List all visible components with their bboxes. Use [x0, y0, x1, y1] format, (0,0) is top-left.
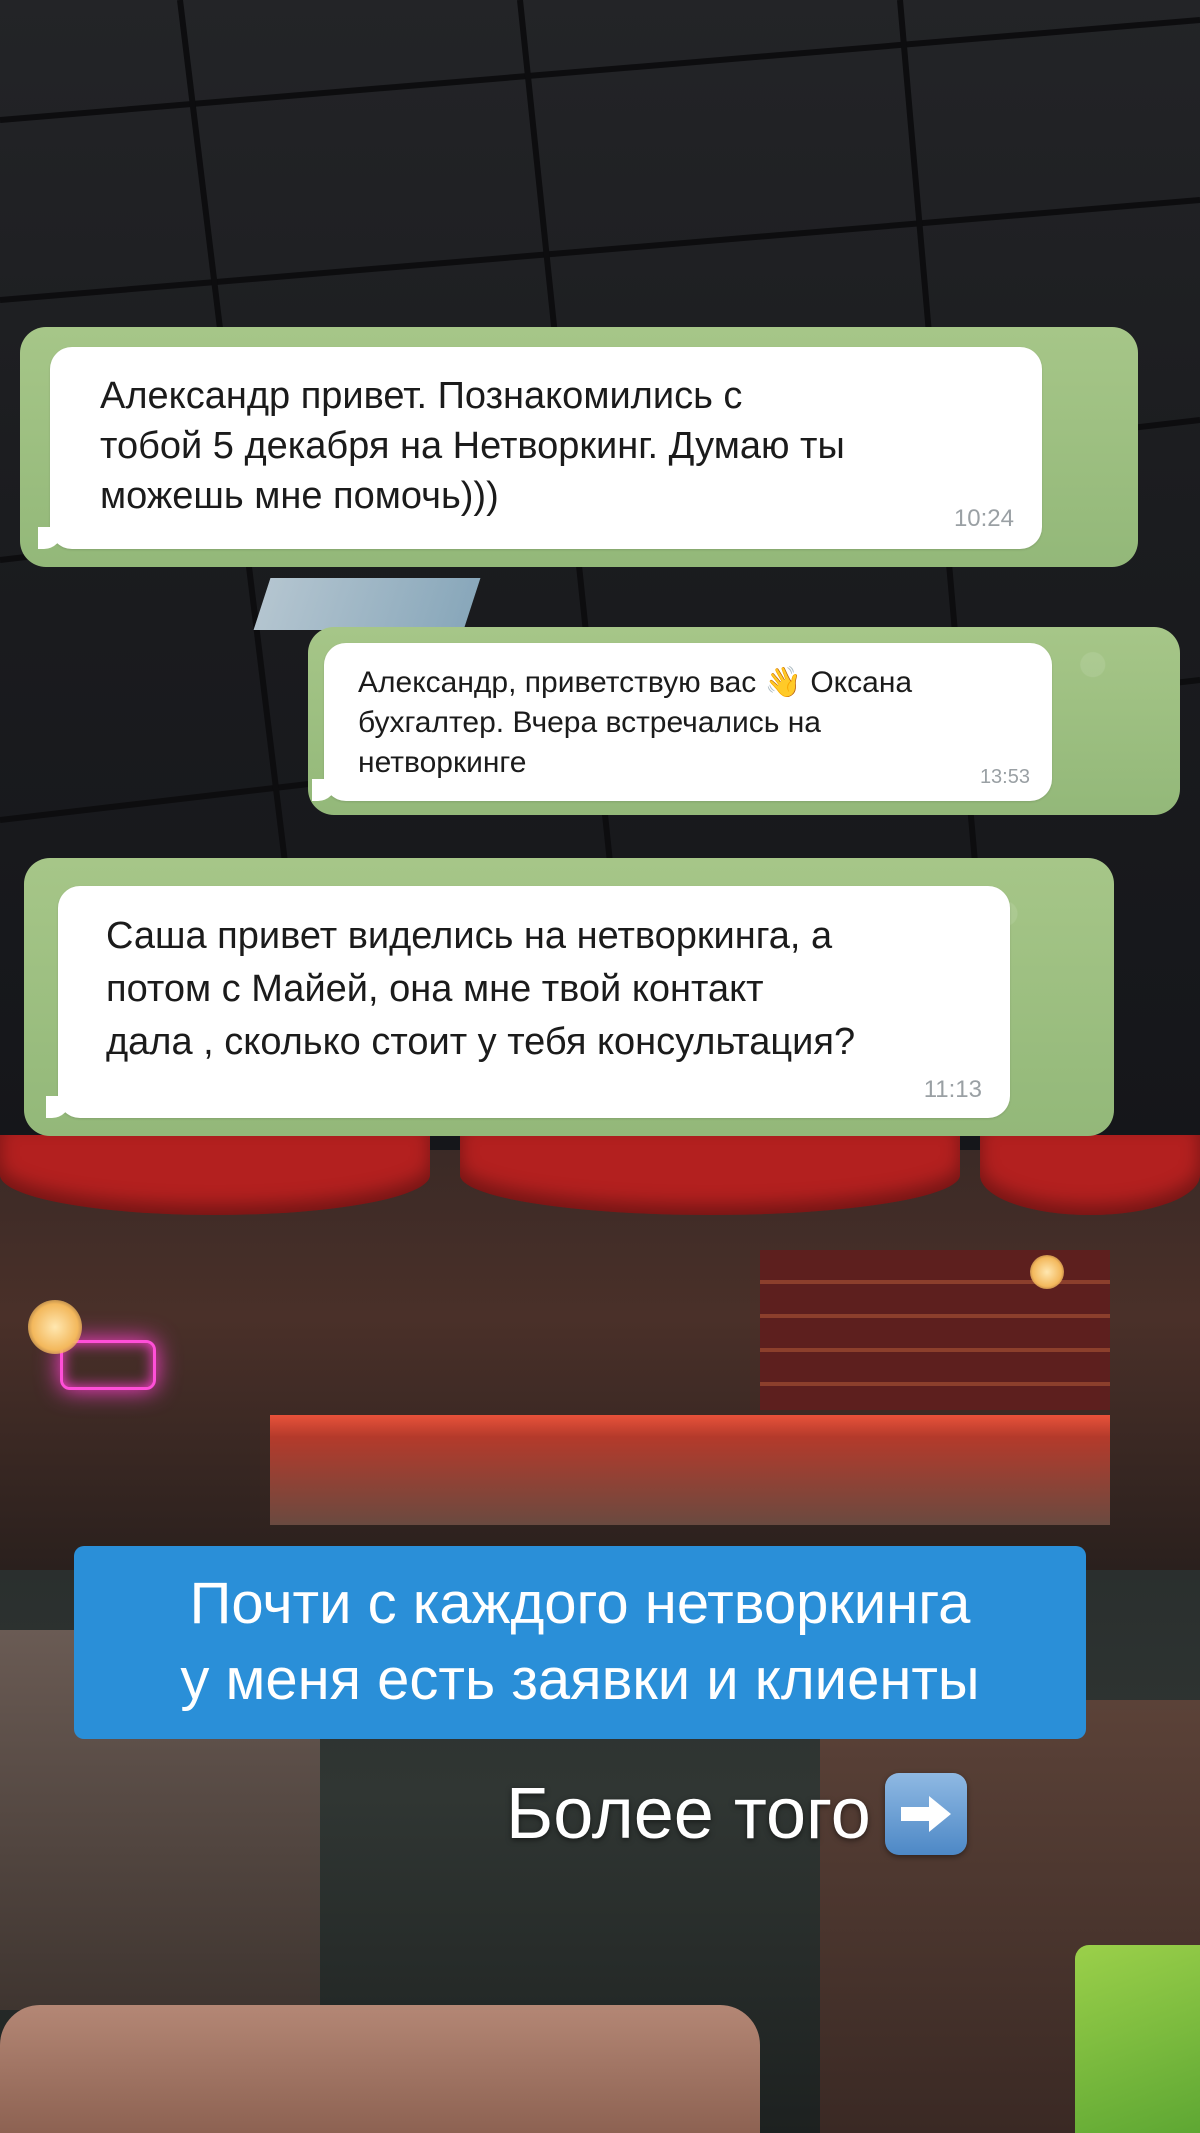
message-text: Александр, приветствую вас 👋 Оксана бухг…: [358, 663, 912, 783]
neon-sign: [60, 1340, 156, 1390]
message-time: 11:13: [923, 1076, 982, 1103]
red-drape: [0, 1135, 430, 1215]
message-text: Александр привет. Познакомились с тобой …: [100, 375, 845, 517]
message-text-part: Александр, приветствую вас: [358, 666, 765, 699]
more-row: Более того: [506, 1766, 967, 1862]
message-bubble: Александр, приветствую вас 👋 Оксана бухг…: [312, 643, 1052, 801]
lamp: [1030, 1255, 1064, 1289]
chat-screenshot: Саша привет виделись на нетворкинга, а п…: [24, 858, 1114, 1136]
right-arrow-icon: [884, 1773, 967, 1855]
green-bag: [1075, 1945, 1200, 2133]
chat-screenshot: Александр, приветствую вас 👋 Оксана бухг…: [308, 627, 1180, 815]
message-time: 10:24: [953, 505, 1014, 532]
red-drape: [980, 1135, 1200, 1215]
sofa: [0, 2005, 760, 2133]
chat-screenshot: Александр привет. Познакомились с тобой …: [20, 327, 1138, 567]
ceiling-light: [253, 578, 481, 630]
bar-counter: [270, 1415, 1110, 1525]
red-drape: [460, 1135, 960, 1215]
more-text: Более того: [506, 1774, 871, 1854]
story-caption: Почти с каждого нетворкинга у меня есть …: [74, 1546, 1086, 1739]
message-time: 13:53: [979, 766, 1030, 788]
caption-text: Почти с каждого нетворкинга у меня есть …: [180, 1571, 980, 1712]
waving-hand-icon: 👋: [764, 666, 802, 699]
message-bubble: Саша привет виделись на нетворкинга, а п…: [46, 886, 1010, 1118]
message-text: Саша привет виделись на нетворкинга, а п…: [106, 915, 856, 1063]
lamp: [28, 1300, 82, 1354]
message-bubble: Александр привет. Познакомились с тобой …: [38, 347, 1042, 549]
